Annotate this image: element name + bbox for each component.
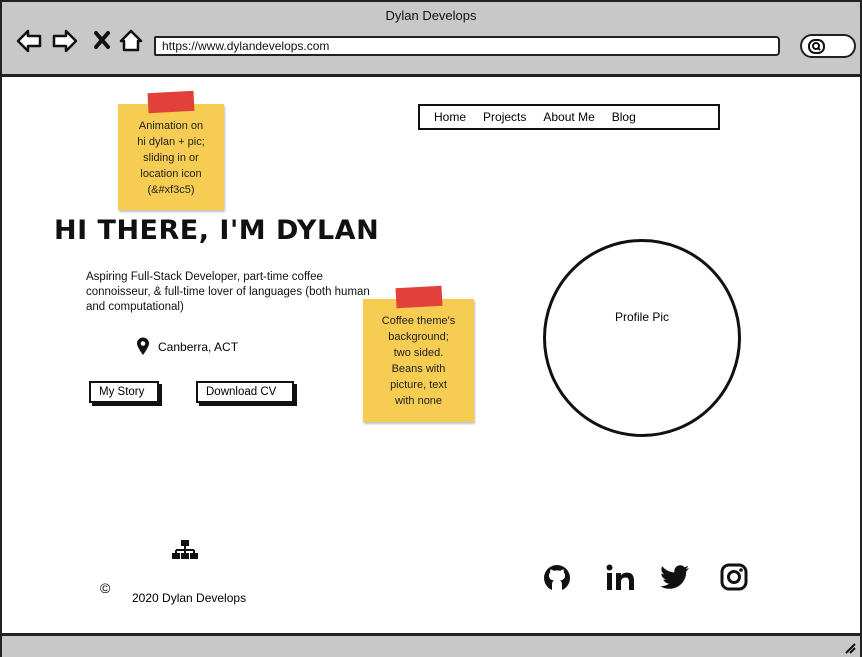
forward-icon[interactable]: [52, 29, 78, 53]
note-line: location icon: [140, 168, 202, 180]
profile-pic-placeholder: Profile Pic: [543, 239, 741, 437]
note-line: Beans with: [391, 363, 446, 375]
resize-handle-icon[interactable]: [844, 642, 856, 654]
hero-heading: HI THERE, I'M DYLAN: [54, 215, 380, 246]
map-marker-icon: [137, 337, 149, 355]
location: Canberra, ACT: [136, 337, 238, 356]
instagram-icon[interactable]: [720, 563, 748, 596]
tape: [395, 285, 443, 309]
download-cv-button[interactable]: Download CV: [196, 381, 294, 403]
note-line: (&#xf3c5): [147, 184, 195, 196]
tape: [147, 90, 195, 114]
nav-projects[interactable]: Projects: [483, 110, 526, 124]
browser-nav-icons: [16, 26, 146, 56]
main-nav: Home Projects About Me Blog: [418, 104, 720, 130]
back-icon[interactable]: [16, 29, 42, 53]
search-icon: [808, 39, 825, 54]
address-bar[interactable]: https://www.dylandevelops.com: [154, 36, 780, 56]
window-title: Dylan Develops: [385, 8, 477, 23]
browser-search-button[interactable]: [800, 34, 856, 58]
note-line: sliding in or: [143, 152, 199, 164]
nav-about-me[interactable]: About Me: [543, 110, 594, 124]
footer-text: 2020 Dylan Develops: [132, 591, 247, 605]
location-text: Canberra, ACT: [158, 339, 239, 354]
sticky-note-coffee-theme: Coffee theme's background; two sided. Be…: [363, 285, 474, 422]
note-line: with none: [394, 395, 443, 407]
twitter-icon[interactable]: [660, 563, 690, 596]
browser-window: Dylan Develops https://www.dylandevelops…: [0, 0, 862, 657]
copyright-symbol: ©: [100, 580, 111, 596]
close-icon[interactable]: [94, 31, 110, 49]
nav-blog[interactable]: Blog: [612, 110, 636, 124]
my-story-button[interactable]: My Story: [89, 381, 159, 403]
note-line: Coffee theme's: [381, 315, 456, 327]
browser-toolbar: Dylan Develops https://www.dylandevelops…: [2, 2, 860, 77]
profile-pic-label: Profile Pic: [614, 310, 670, 324]
linkedin-icon[interactable]: [605, 563, 637, 598]
github-icon[interactable]: [542, 563, 572, 598]
home-icon[interactable]: [119, 29, 143, 52]
page-content: Animation on hi dylan + pic; sliding in …: [2, 77, 860, 633]
note-line: hi dylan + pic;: [137, 136, 205, 148]
note-line: two sided.: [393, 347, 444, 359]
browser-statusbar: [2, 633, 860, 657]
note-line: background;: [388, 331, 449, 343]
note-line: picture, text: [390, 379, 447, 391]
sticky-note-animation: Animation on hi dylan + pic; sliding in …: [118, 90, 224, 210]
nav-home[interactable]: Home: [434, 110, 466, 124]
hero-bio: Aspiring Full-Stack Developer, part-time…: [86, 271, 370, 313]
sitemap-icon[interactable]: [172, 539, 198, 566]
note-line: Animation on: [138, 120, 204, 132]
